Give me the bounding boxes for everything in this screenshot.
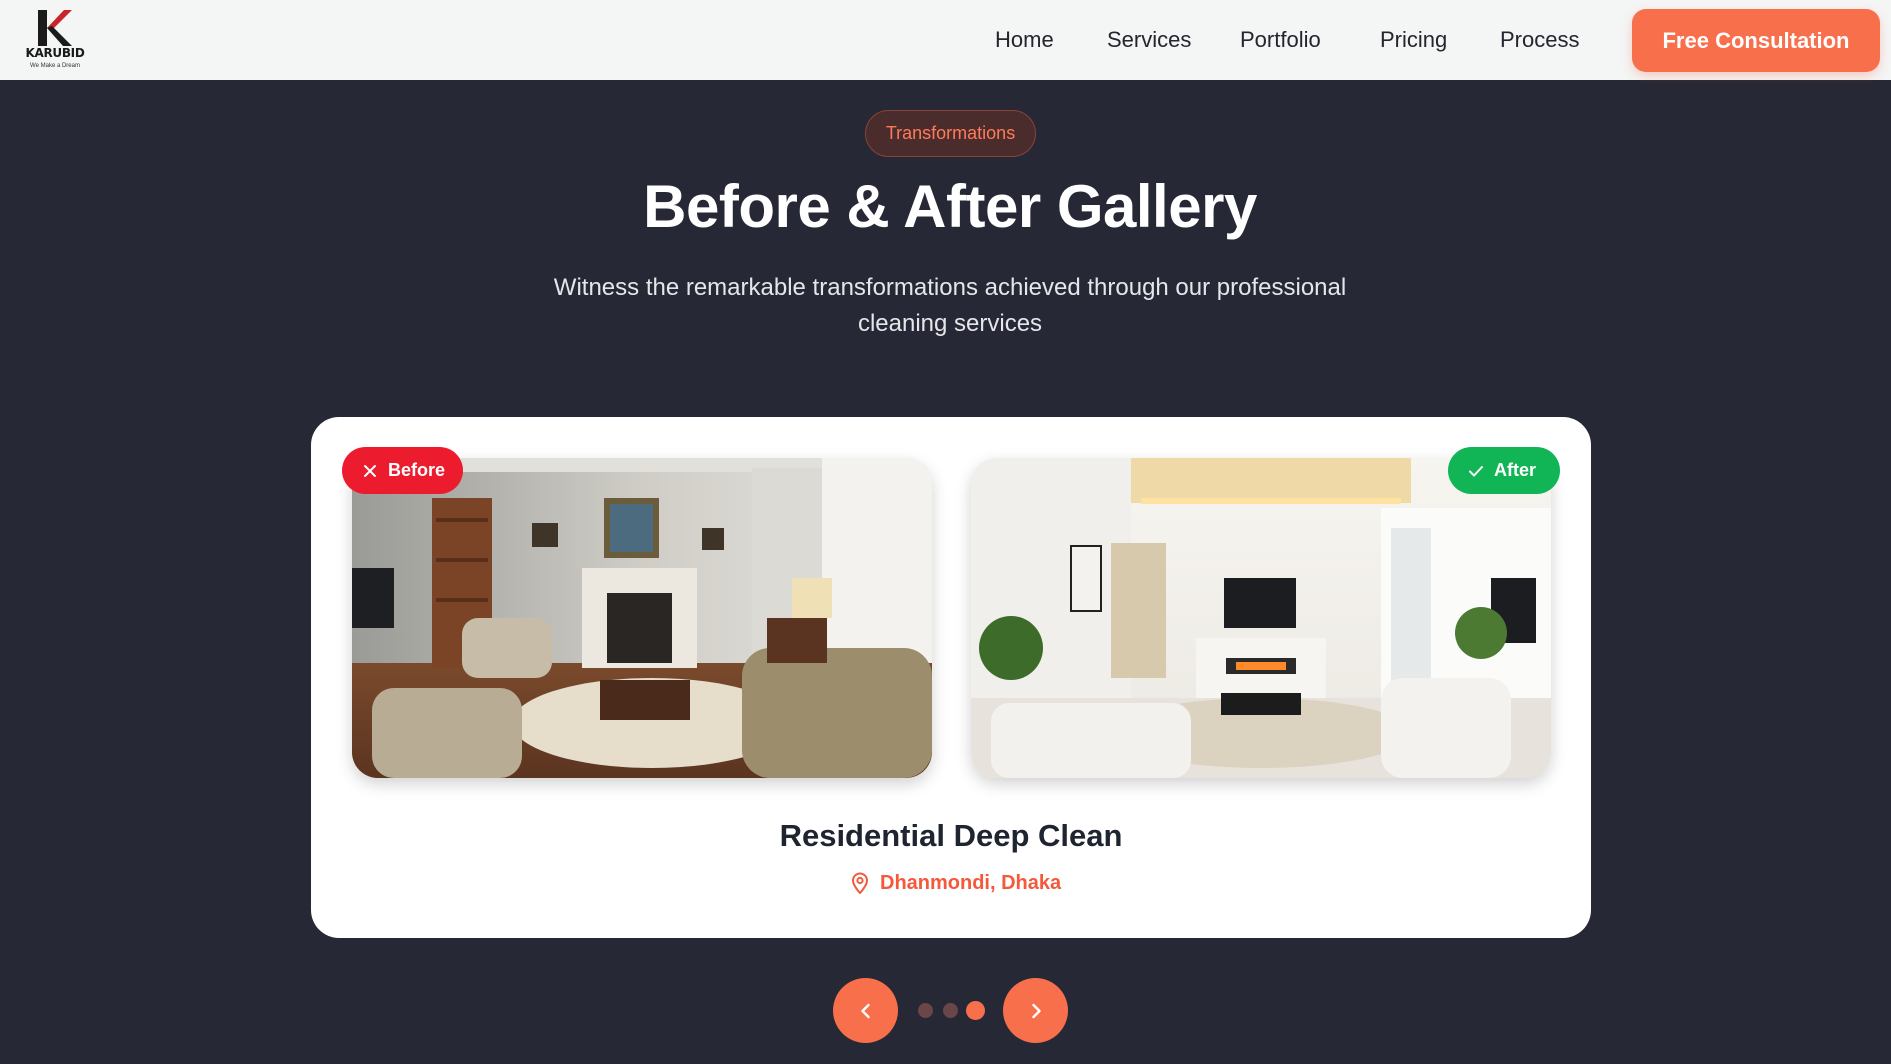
next-slide-button[interactable] <box>1003 978 1068 1043</box>
slide-dot-3[interactable] <box>966 1001 985 1020</box>
location-text: Dhanmondi, Dhaka <box>880 871 1062 894</box>
before-image <box>352 458 932 778</box>
section-subtitle: Witness the remarkable transformations a… <box>553 274 1347 337</box>
before-badge: Before <box>342 447 463 494</box>
slide-dot-2[interactable] <box>943 1003 958 1018</box>
after-image <box>971 458 1551 778</box>
slide-dot-1[interactable] <box>918 1003 933 1018</box>
site-header: KARUBID We Make a Dream Home Services Po… <box>0 0 1891 80</box>
nav-home[interactable]: Home <box>995 27 1054 53</box>
prev-slide-button[interactable] <box>833 978 898 1043</box>
map-pin-icon <box>852 872 868 894</box>
chevron-right-icon <box>1031 1003 1041 1018</box>
project-title: Residential Deep Clean <box>779 818 1123 853</box>
main-nav: Home Services Portfolio Pricing Process <box>0 0 1891 80</box>
nav-pricing[interactable]: Pricing <box>1380 27 1447 53</box>
section-title: Before & After Gallery <box>643 173 1257 240</box>
check-icon <box>1469 465 1483 476</box>
after-label: After <box>1494 460 1537 480</box>
after-badge: After <box>1448 447 1560 494</box>
nav-portfolio[interactable]: Portfolio <box>1240 27 1321 53</box>
nav-services[interactable]: Services <box>1107 27 1191 53</box>
nav-process[interactable]: Process <box>1500 27 1579 53</box>
project-location: Dhanmondi, Dhaka <box>850 870 1061 896</box>
before-label: Before <box>387 460 445 480</box>
free-consultation-button[interactable]: Free Consultation <box>1632 9 1880 72</box>
x-icon <box>363 464 376 477</box>
chevron-left-icon <box>860 1003 870 1018</box>
section-badge: Transformations <box>865 110 1036 157</box>
